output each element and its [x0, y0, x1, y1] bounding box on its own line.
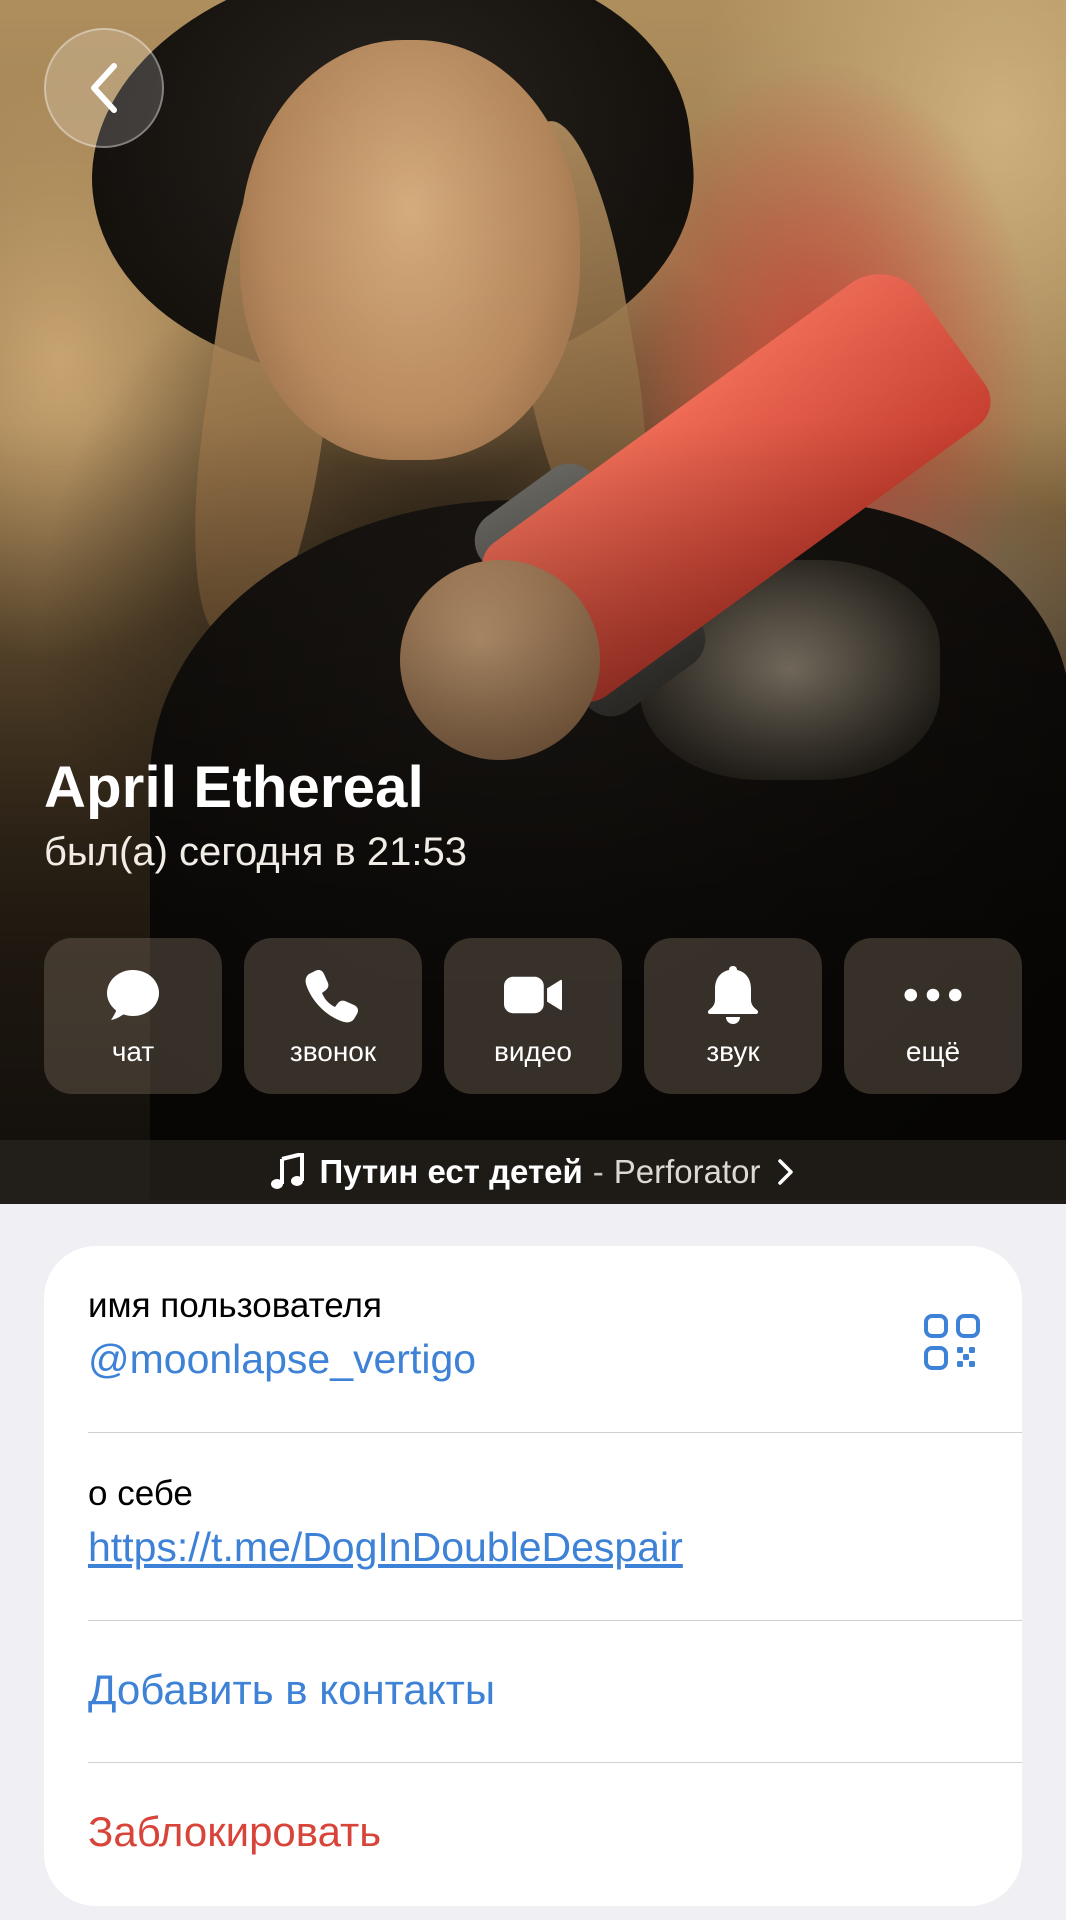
chevron-left-icon [91, 63, 117, 113]
more-label: ещё [905, 1036, 961, 1067]
info-card: имя пользователя @moonlapse_vertigo о се… [44, 1246, 1022, 1906]
music-separator: - [592, 1153, 604, 1190]
call-button[interactable]: звонок [244, 938, 422, 1094]
block-button[interactable]: Заблокировать [88, 1808, 978, 1856]
chevron-right-icon [777, 1159, 793, 1185]
bell-icon [704, 966, 762, 1024]
video-button[interactable]: видео [444, 938, 622, 1094]
sound-button[interactable]: звук [644, 938, 822, 1094]
username-label: имя пользователя [88, 1286, 382, 1325]
video-camera-icon [504, 966, 562, 1024]
music-note-icon [271, 1153, 305, 1189]
divider [88, 1762, 1022, 1763]
sound-label: звук [706, 1036, 760, 1067]
add-contact-button[interactable]: Добавить в контакты [88, 1666, 978, 1714]
username-value[interactable]: @moonlapse_vertigo [88, 1336, 978, 1383]
phone-icon [304, 966, 362, 1024]
bio-row: о себе https://t.me/DogInDoubleDespair [88, 1474, 978, 1571]
last-seen-status: был(а) сегодня в 21:53 [44, 830, 467, 874]
chat-label: чат [111, 1036, 155, 1067]
music-artist: Perforator [613, 1153, 761, 1190]
video-label: видео [494, 1036, 572, 1067]
chat-bubble-icon [104, 966, 162, 1024]
divider [88, 1620, 1022, 1621]
music-title: Путин ест детей [319, 1153, 583, 1190]
divider [88, 1432, 1022, 1433]
more-button[interactable]: ещё [844, 938, 1022, 1094]
back-button[interactable] [44, 28, 164, 148]
profile-header: April Ethereal был(а) сегодня в 21:53 ча… [0, 0, 1066, 1204]
chat-button[interactable]: чат [44, 938, 222, 1094]
action-buttons: чат звонок видео звук ещё [44, 938, 1022, 1094]
bio-label: о себе [88, 1474, 193, 1513]
qr-code-icon[interactable] [924, 1314, 980, 1370]
more-dots-icon [904, 966, 962, 1024]
username-row[interactable]: имя пользователя @moonlapse_vertigo [88, 1286, 978, 1383]
profile-music-bar[interactable]: Путин ест детей - Perforator [0, 1140, 1066, 1204]
profile-name: April Ethereal [44, 755, 424, 820]
call-label: звонок [289, 1036, 377, 1067]
bio-link[interactable]: https://t.me/DogInDoubleDespair [88, 1524, 978, 1571]
